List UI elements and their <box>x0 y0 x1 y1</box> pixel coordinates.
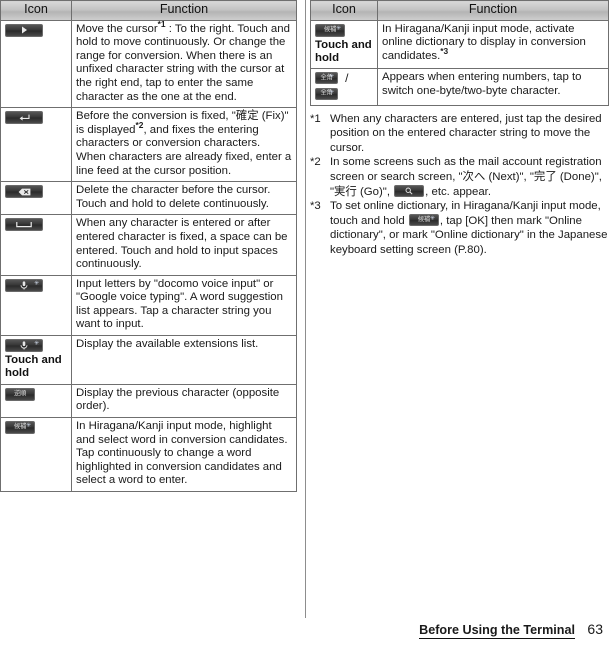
footnote-item: *2 In some screens such as the mail acco… <box>310 155 609 199</box>
note-ref: *1 <box>157 18 166 29</box>
table-row: 候補 ✳ In Hiragana/Kanji input mode, highl… <box>0 417 297 493</box>
icon-cell <box>0 107 72 183</box>
reverse-order-key-icon: 逆順 <box>5 387 35 401</box>
table-row: Delete the character before the cursor. … <box>0 181 297 216</box>
icon-cell: 逆順 <box>0 383 72 419</box>
footnote-text: When any characters are entered, just ta… <box>330 112 602 154</box>
table-row: ✳ Input letters by "docomo voice input" … <box>0 274 297 337</box>
left-column: Icon Function Move the cursor*1: To the… <box>0 0 297 493</box>
icon-cell-label: Touch and hold <box>315 38 372 64</box>
function-cell: When any character is entered or after e… <box>71 214 297 276</box>
asterisk-badge-icon: ✳ <box>335 25 341 32</box>
function-text: In Hiragana/Kanji input mode, highlight … <box>76 420 288 487</box>
candidate-key-icon: 候補 ✳ <box>408 213 439 226</box>
key-function-table-left: Icon Function Move the cursor*1: To the… <box>0 0 297 493</box>
arrow-right-key-icon <box>5 23 43 37</box>
table-row: When any character is entered or after e… <box>0 214 297 276</box>
note-ref: *3 <box>440 45 449 56</box>
function-cell: Delete the character before the cursor. … <box>71 181 297 216</box>
reverse-order-glyph: 逆順 <box>14 390 26 398</box>
table-header-row: Icon Function <box>0 0 297 21</box>
function-text: Appears when entering numbers, tap to sw… <box>382 71 582 97</box>
asterisk-badge-icon: ✳ <box>328 74 334 81</box>
function-cell: Input letters by "docomo voice input" or… <box>71 274 297 337</box>
key-function-table-right: Icon Function 候補 ✳ Touch and hold In Hir… <box>310 0 609 106</box>
right-column: Icon Function 候補 ✳ Touch and hold In Hir… <box>310 0 609 258</box>
backspace-key-icon <box>5 185 43 199</box>
candidate-glyph: 候補 <box>324 25 336 33</box>
microphone-key-icon: ✳ <box>5 278 43 292</box>
asterisk-badge-icon: ✳ <box>429 215 435 222</box>
function-cell: In Hiragana/Kanji input mode, activate o… <box>377 19 609 70</box>
footnote-mark: *3 <box>310 200 321 213</box>
column-header-icon: Icon <box>310 0 378 21</box>
column-header-function: Function <box>377 0 609 21</box>
microphone-key-icon: ✳ <box>5 339 43 353</box>
function-text: When any character is entered or after e… <box>76 217 288 271</box>
function-text: Display the available extensions list. <box>76 338 259 351</box>
column-header-icon: Icon <box>0 0 72 21</box>
document-page: Icon Function Move the cursor*1: To the… <box>0 0 609 645</box>
icon-cell: 全角 ✳ / 全角 ✳ <box>310 68 378 106</box>
asterisk-badge-icon: ✳ <box>33 341 39 348</box>
footnote-item: *3 To set online dictionary, in Hiragana… <box>310 199 609 257</box>
icon-cell: 候補 ✳ <box>0 417 72 493</box>
table-row: 逆順 Display the previous character (oppos… <box>0 383 297 419</box>
function-cell: Before the conversion is fixed, "確定 (Fix… <box>71 107 297 183</box>
table-row: Before the conversion is fixed, "確定 (Fix… <box>0 107 297 183</box>
footer-chapter-title: Before Using the Terminal <box>419 623 575 639</box>
table-row: 全角 ✳ / 全角 ✳ Appears when entering number… <box>310 68 609 106</box>
function-text: Delete the character before the cursor. … <box>76 184 271 210</box>
column-header-function: Function <box>71 0 297 21</box>
icon-cell-label: Touch and hold <box>5 354 62 380</box>
candidate-key-icon: 候補 ✳ <box>315 23 345 37</box>
table-row: Move the cursor*1 : To the right. Touch … <box>0 18 297 109</box>
zenkaku-key-icon-a: 全角 ✳ <box>315 72 338 85</box>
page-footer: Before Using the Terminal 63 <box>0 621 609 639</box>
zenkaku-key-icon-b: 全角 ✳ <box>315 87 338 100</box>
column-divider <box>305 0 306 618</box>
function-text: Input letters by "docomo voice input" or… <box>76 277 283 331</box>
enter-key-icon <box>5 111 43 125</box>
icon-cell <box>0 181 72 216</box>
table-row: 候補 ✳ Touch and hold In Hiragana/Kanji in… <box>310 19 609 70</box>
icon-cell: 候補 ✳ Touch and hold <box>310 19 378 70</box>
function-cell: Appears when entering numbers, tap to sw… <box>377 68 609 106</box>
function-cell: In Hiragana/Kanji input mode, highlight … <box>71 417 297 493</box>
footnote-item: *1 When any characters are entered, just… <box>310 112 609 156</box>
function-cell: Move the cursor*1 : To the right. Touch … <box>71 18 297 109</box>
asterisk-badge-icon: ✳ <box>33 280 39 287</box>
footnote-text: To set online dictionary, in Hiragana/Ka… <box>330 199 609 257</box>
footnote-text: In some screens such as the mail account… <box>330 155 609 199</box>
candidate-key-icon: 候補 ✳ <box>5 421 35 435</box>
note-ref: *2 <box>135 119 144 130</box>
separator-slash: / <box>345 71 349 86</box>
function-text: Move the cursor*1 : To the right. Touch … <box>76 18 290 103</box>
search-key-icon <box>394 184 425 197</box>
table-row: ✳ Touch and hold Display the available e… <box>0 335 297 385</box>
function-text: Display the previous character (opposite… <box>76 386 280 413</box>
function-cell: Display the previous character (opposite… <box>71 383 297 419</box>
function-text: Before the conversion is fixed, "確定 (Fix… <box>76 110 292 177</box>
footnote-text-part2: , etc. appear. <box>425 185 492 198</box>
icon-cell: ✳ Touch and hold <box>0 335 72 385</box>
candidate-glyph: 候補 <box>14 423 26 431</box>
asterisk-badge-icon: ✳ <box>25 423 31 430</box>
icon-cell <box>0 214 72 276</box>
space-key-icon <box>5 218 43 232</box>
function-text: In Hiragana/Kanji input mode, activate o… <box>382 22 586 62</box>
asterisk-badge-icon: ✳ <box>328 89 334 96</box>
footer-page-number: 63 <box>587 621 603 637</box>
footnote-mark: *2 <box>310 156 321 169</box>
icon-cell <box>0 19 72 109</box>
icon-cell: ✳ <box>0 274 72 337</box>
footnote-mark: *1 <box>310 112 321 125</box>
footnote-list: *1 When any characters are entered, just… <box>310 112 609 258</box>
candidate-glyph: 候補 <box>417 215 430 223</box>
table-header-row: Icon Function <box>310 0 609 21</box>
function-cell: Display the available extensions list. <box>71 335 297 385</box>
